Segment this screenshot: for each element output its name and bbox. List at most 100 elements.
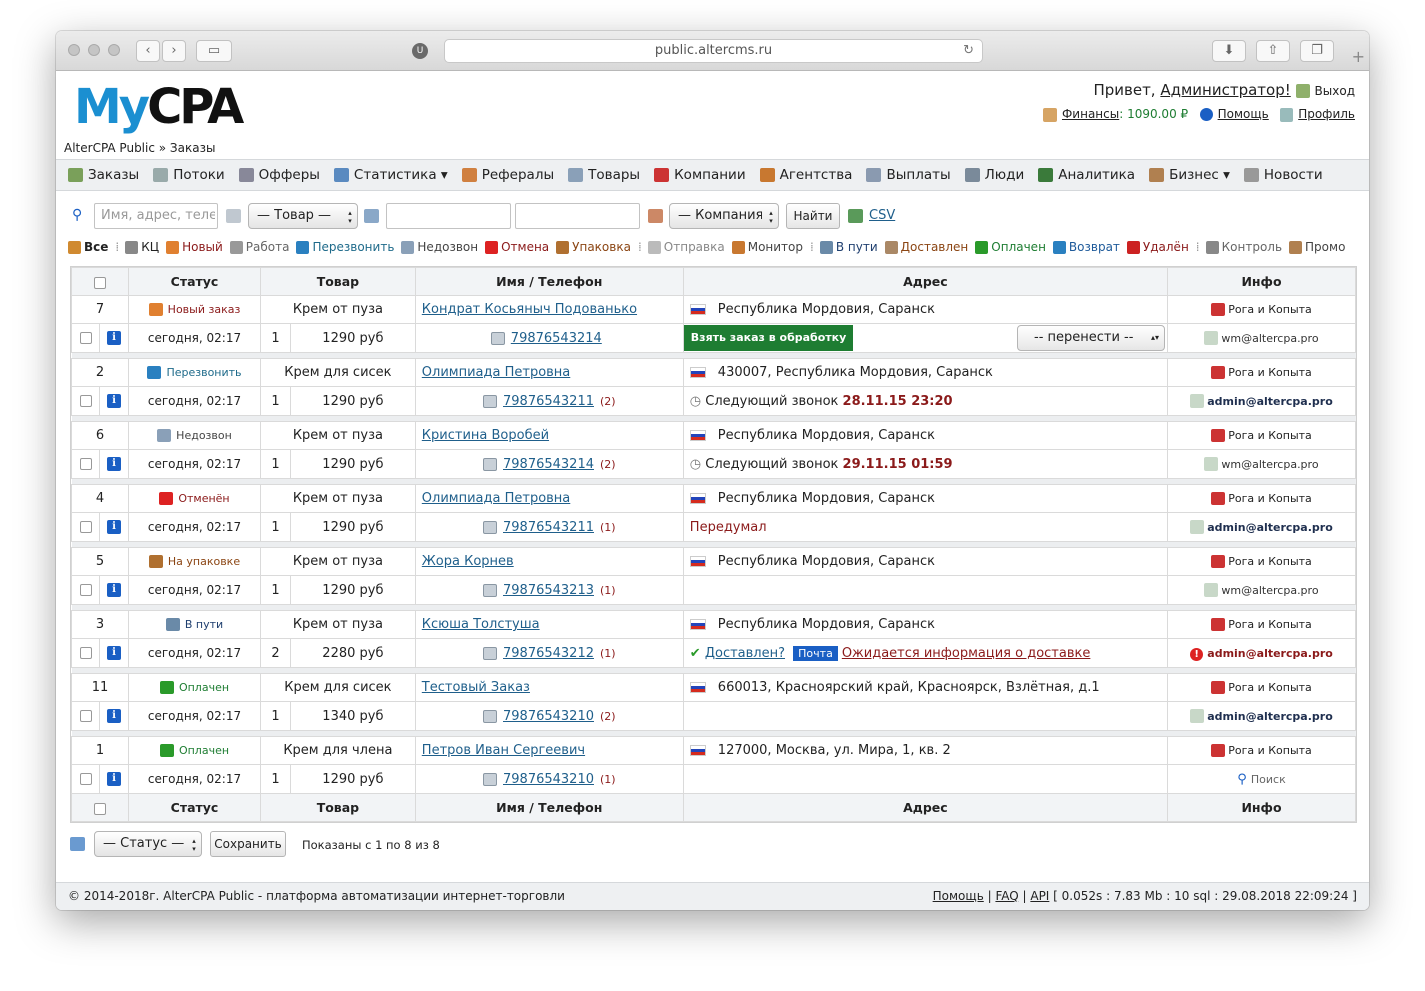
company-name[interactable]: Рога и Копыта — [1228, 366, 1312, 379]
phone-link[interactable]: 79876543213 — [503, 583, 594, 598]
date-to-input[interactable] — [515, 203, 640, 229]
new-tab-icon[interactable]: + — [1352, 47, 1365, 66]
menu-item-goods[interactable]: Товары — [568, 167, 640, 183]
take-order-button[interactable]: Взять заказ в обработку — [683, 325, 854, 351]
waiting-link[interactable]: Ожидается информация о доставке — [842, 646, 1091, 661]
row-checkbox[interactable] — [79, 710, 92, 722]
close-window-icon[interactable] — [68, 44, 80, 56]
customer-name-link[interactable]: Жора Корнев — [422, 554, 514, 569]
status-filter-work[interactable]: Работа — [229, 240, 289, 254]
company-name[interactable]: Рога и Копыта — [1228, 429, 1312, 442]
col-status[interactable]: Статус — [128, 267, 261, 296]
menu-item-orders[interactable]: Заказы — [68, 167, 139, 183]
menu-item-referrals[interactable]: Рефералы — [461, 167, 554, 183]
csv-link[interactable]: CSV — [869, 208, 895, 223]
wm-email[interactable]: admin@altercpa.pro — [1207, 647, 1333, 660]
menu-item-agencies[interactable]: Агентства — [759, 167, 852, 183]
help-link[interactable]: Помощь — [1218, 107, 1269, 121]
status-filter-noanswer[interactable]: Недозвон — [401, 240, 478, 254]
bulk-status-select[interactable]: — Статус — — [94, 831, 202, 857]
col-product[interactable]: Товар — [260, 267, 416, 296]
status-filter-transit[interactable]: В пути — [819, 240, 878, 254]
menu-item-analytics[interactable]: Аналитика — [1038, 167, 1135, 183]
status-filter-recall[interactable]: Перезвонить — [296, 240, 394, 254]
menu-item-companies[interactable]: Компании — [654, 167, 746, 183]
info-icon[interactable]: i — [107, 646, 121, 660]
menu-item-business[interactable]: Бизнес ▾ — [1149, 167, 1230, 183]
phone-link[interactable]: 79876543212 — [503, 646, 594, 661]
info-icon[interactable]: i — [107, 457, 121, 471]
wm-email[interactable]: admin@altercpa.pro — [1207, 710, 1333, 723]
status-filter-paid[interactable]: Оплачен — [975, 240, 1046, 254]
user-link[interactable]: Администратор! — [1160, 81, 1290, 99]
customer-name-link[interactable]: Тестовый Заказ — [422, 680, 530, 695]
menu-item-streams[interactable]: Потоки — [153, 167, 225, 183]
customer-name-link[interactable]: Кондрат Косьяныч Подованько — [422, 302, 637, 317]
forward-icon[interactable]: › — [162, 40, 186, 62]
status-filter-cc[interactable]: КЦ — [125, 240, 159, 254]
status-filter-all[interactable]: Все — [68, 240, 108, 254]
footer-faq-link[interactable]: FAQ — [995, 889, 1018, 903]
phone-link[interactable]: 79876543214 — [503, 457, 594, 472]
delivered-link[interactable]: Доставлен? — [705, 646, 785, 661]
company-select[interactable]: — Компания — — [669, 203, 779, 229]
phone-link[interactable]: 79876543214 — [511, 331, 602, 346]
status-filter-pack[interactable]: Упаковка — [556, 240, 631, 254]
wm-email[interactable]: admin@altercpa.pro — [1207, 395, 1333, 408]
move-select[interactable]: -- перенести -- ▴▾ — [1017, 325, 1165, 351]
info-icon[interactable]: i — [107, 520, 121, 534]
menu-item-stats[interactable]: Статистика ▾ — [333, 167, 448, 183]
select-all-cell-bottom[interactable] — [71, 793, 129, 822]
customer-name-link[interactable]: Олимпиада Петровна — [422, 365, 570, 380]
minimize-window-icon[interactable] — [88, 44, 100, 56]
status-filter-delivered[interactable]: Доставлен — [884, 240, 968, 254]
customer-name-link[interactable]: Петров Иван Сергеевич — [422, 743, 585, 758]
menu-item-news[interactable]: Новости — [1243, 167, 1323, 183]
logout-link[interactable]: Выход — [1315, 84, 1355, 98]
row-checkbox[interactable] — [79, 647, 92, 659]
phone-link[interactable]: 79876543210 — [503, 709, 594, 724]
status-filter-new[interactable]: Новый — [166, 240, 223, 254]
company-name[interactable]: Рога и Копыта — [1228, 618, 1312, 631]
phone-link[interactable]: 79876543211 — [503, 394, 594, 409]
status-filter-return[interactable]: Возврат — [1052, 240, 1120, 254]
menu-item-payouts[interactable]: Выплаты — [866, 167, 951, 183]
wm-email[interactable]: admin@altercpa.pro — [1207, 521, 1333, 534]
company-name[interactable]: Рога и Копыта — [1228, 744, 1312, 757]
row-checkbox[interactable] — [79, 395, 92, 407]
sidebar-icon[interactable]: ▭ — [196, 40, 232, 62]
phone-link[interactable]: 79876543211 — [503, 520, 594, 535]
select-all-cell[interactable] — [71, 267, 129, 296]
info-icon[interactable]: i — [107, 772, 121, 786]
search-cell[interactable]: ⚲ Поиск — [1167, 764, 1356, 794]
menu-item-people[interactable]: Люди — [964, 167, 1024, 183]
status-filter-send[interactable]: Отправка — [647, 240, 725, 254]
col-address[interactable]: Адрес — [682, 267, 1169, 296]
search-link[interactable]: Поиск — [1251, 773, 1286, 786]
share-icon[interactable]: ⇧ — [1256, 40, 1290, 62]
find-button[interactable]: Найти — [786, 203, 840, 229]
customer-name-link[interactable]: Ксюша Толстуша — [422, 617, 540, 632]
row-checkbox[interactable] — [79, 773, 92, 785]
footer-api-link[interactable]: API — [1030, 889, 1049, 903]
reload-icon[interactable]: ↻ — [963, 40, 974, 62]
col-info[interactable]: Инфо — [1167, 267, 1356, 296]
menu-item-offers[interactable]: Офферы — [238, 167, 320, 183]
status-filter-cancel[interactable]: Отмена — [485, 240, 549, 254]
download-icon[interactable]: ⬇ — [1212, 40, 1246, 62]
row-checkbox[interactable] — [79, 584, 92, 596]
address-bar[interactable]: public.altercms.ru ↻ — [444, 39, 983, 63]
date-from-input[interactable] — [386, 203, 511, 229]
company-name[interactable]: Рога и Копыта — [1228, 555, 1312, 568]
wm-email[interactable]: wm@altercpa.pro — [1221, 332, 1318, 345]
phone-link[interactable]: 79876543210 — [503, 772, 594, 787]
status-filter-deleted[interactable]: Удалён — [1126, 240, 1189, 254]
status-filter-promo[interactable]: Промо — [1289, 240, 1345, 254]
save-button[interactable]: Сохранить — [210, 831, 286, 857]
wm-email[interactable]: wm@altercpa.pro — [1221, 584, 1318, 597]
product-select[interactable]: — Товар — — [248, 203, 358, 229]
customer-name-link[interactable]: Олимпиада Петровна — [422, 491, 570, 506]
footer-help-link[interactable]: Помощь — [933, 889, 984, 903]
col-name[interactable]: Имя / Телефон — [414, 267, 684, 296]
row-checkbox[interactable] — [79, 332, 92, 344]
